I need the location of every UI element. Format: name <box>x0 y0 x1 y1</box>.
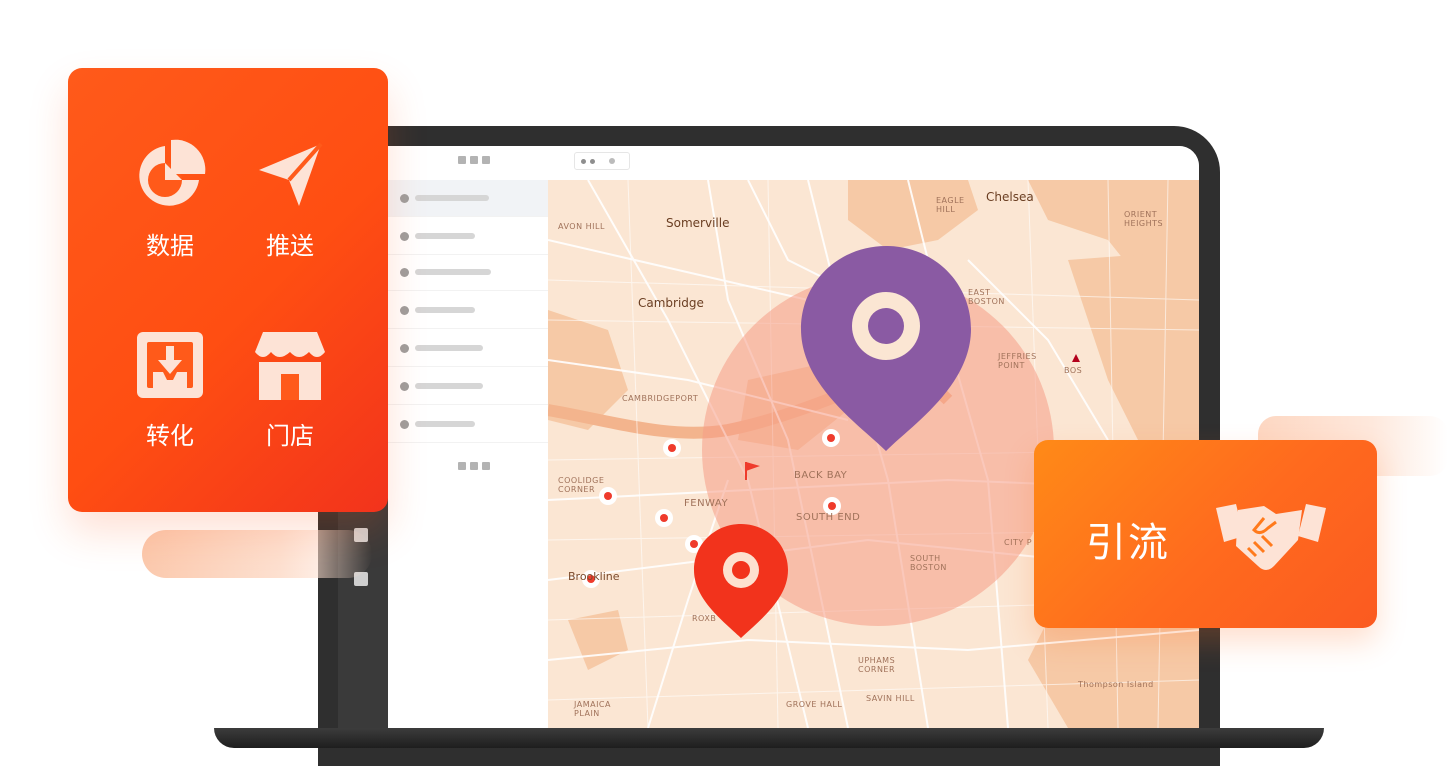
sidebar-item[interactable] <box>388 330 548 367</box>
laptop-base <box>214 728 1324 748</box>
pagination-dots[interactable] <box>458 462 498 472</box>
traffic-label: 引流 <box>1086 520 1170 566</box>
pie-chart-icon <box>133 138 207 212</box>
feature-label: 数据 <box>146 232 194 260</box>
sidebar-item[interactable] <box>388 254 548 291</box>
feature-card: 数据 推送 转化 门店 <box>68 68 388 512</box>
window-controls[interactable] <box>458 156 498 166</box>
feature-item-data[interactable]: 数据 <box>110 138 230 261</box>
feature-item-conversion[interactable]: 转化 <box>110 328 230 451</box>
map-label-eagle-hill: EAGLE HILL <box>936 196 965 214</box>
map-label-back-bay: BACK BAY <box>794 470 848 481</box>
tab-pill[interactable] <box>574 152 630 170</box>
map-label-grove-hall: GROVE HALL <box>786 700 843 709</box>
sidebar <box>388 146 549 728</box>
feature-label: 门店 <box>266 422 314 450</box>
map-label-roxbury: ROXB <box>692 614 717 623</box>
map-label-orient-heights: ORIENT HEIGHTS <box>1124 210 1164 228</box>
paper-plane-icon <box>253 138 327 212</box>
map-label-coolidge-corner: COOLIDGE CORNER <box>558 476 605 494</box>
feature-item-push[interactable]: 推送 <box>230 138 350 261</box>
app-screen: Somerville Chelsea Cambridge BACK BAY FE… <box>388 146 1199 728</box>
sidebar-item[interactable] <box>388 368 548 405</box>
decorative-shadow <box>142 530 372 578</box>
feature-item-store[interactable]: 门店 <box>230 328 350 451</box>
sidebar-item[interactable] <box>388 406 548 443</box>
map-label-cambridgeport: CAMBRIDGEPORT <box>622 394 699 403</box>
map-label-city-point: CITY P <box>1004 538 1033 547</box>
map-label-south-boston: SOUTH BOSTON <box>910 554 947 572</box>
top-bar <box>548 146 1199 180</box>
map-label-somerville: Somerville <box>666 216 730 230</box>
sidebar-item[interactable] <box>388 180 548 217</box>
feature-label: 推送 <box>266 232 314 260</box>
inbox-download-icon <box>133 328 207 402</box>
map-label-bos: BOS <box>1064 366 1083 375</box>
map-label-east-boston: EAST BOSTON <box>968 288 1005 306</box>
map-label-brookline: Brookline <box>568 570 620 583</box>
feature-label: 转化 <box>146 422 194 450</box>
map-label-thompson-island: Thompson Island <box>1078 680 1154 689</box>
sidebar-item[interactable] <box>388 292 548 329</box>
map-label-uphams-corner: UPHAMS CORNER <box>858 656 896 674</box>
map-label-south-end: SOUTH END <box>796 512 861 523</box>
map-label-fenway: FENWAY <box>684 498 729 509</box>
handshake-icon <box>1214 496 1328 576</box>
map-label-jamaica-plain: JAMAICA PLAIN <box>574 700 611 718</box>
map-label-jeffries-point: JEFFRIES POINT <box>998 352 1037 370</box>
map-label-savin-hill: SAVIN HILL <box>866 694 915 703</box>
map-label-chelsea: Chelsea <box>986 190 1034 204</box>
traffic-card[interactable]: 引流 <box>1034 440 1377 628</box>
map-label-cambridge: Cambridge <box>638 296 704 310</box>
storefront-icon <box>253 328 327 402</box>
sidebar-item[interactable] <box>388 218 548 255</box>
map-label-avon-hill: AVON HILL <box>558 222 605 231</box>
